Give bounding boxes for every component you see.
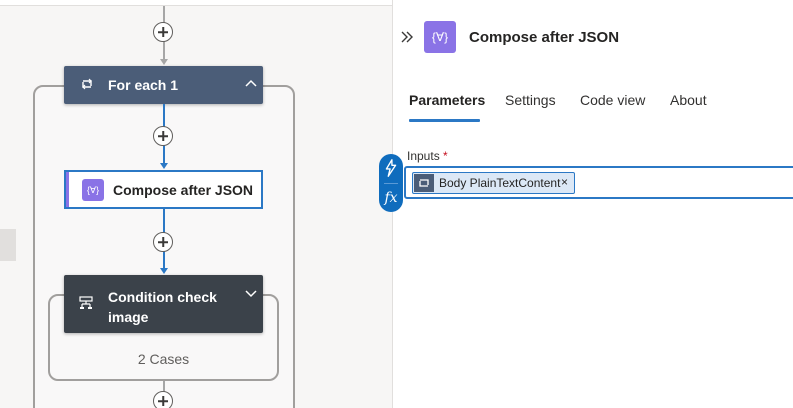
canvas-side-handle[interactable] [0,229,16,261]
compose-icon: {∀} [424,21,456,53]
compose-title: Compose after JSON [113,182,254,198]
inputs-label: Inputs * [407,149,448,163]
compose-accent [66,172,69,207]
insert-step-button[interactable] [153,22,173,42]
connector-arrow [160,268,168,274]
active-tab-indicator [409,119,480,122]
loop-icon [82,78,92,90]
cases-count[interactable]: 2 Cases [48,351,279,367]
condition-icon [79,296,93,309]
foreach-card[interactable]: For each 1 [64,66,263,104]
chevron-up-icon[interactable] [244,77,258,91]
lightning-icon[interactable] [379,157,403,181]
condition-title-line1: Condition check [108,289,217,305]
condition-title: Condition check image [108,287,228,327]
token-loop-icon [414,174,434,192]
tab-code-view[interactable]: Code view [580,92,645,108]
compose-card[interactable]: {∀} Compose after JSON [64,170,263,209]
dynamic-content-token[interactable]: Body PlainTextContent × [412,172,575,194]
required-marker: * [443,149,448,163]
details-panel [392,0,793,408]
condition-card[interactable]: Condition check image [64,275,263,333]
tab-settings[interactable]: Settings [505,92,556,108]
connector-arrow [160,163,168,169]
insert-step-button[interactable] [153,391,173,408]
insert-step-button[interactable] [153,126,173,146]
toolbar-divider [384,183,398,184]
condition-title-line2: image [108,309,149,325]
tab-parameters[interactable]: Parameters [409,92,485,108]
insert-step-button[interactable] [153,232,173,252]
inputs-label-text: Inputs [407,149,440,163]
token-remove-button[interactable]: × [561,175,568,189]
collapse-panel-icon[interactable] [400,30,414,44]
connector-arrow [160,59,168,65]
panel-title[interactable]: Compose after JSON [469,29,619,46]
dynamic-content-toolbar: fx [379,154,403,212]
compose-icon: {∀} [82,179,104,201]
chevron-down-icon[interactable] [244,286,258,300]
designer-canvas: For each 1 {∀} Compose after JSON Condit… [0,0,392,408]
foreach-title: For each 1 [108,77,179,93]
tab-about[interactable]: About [670,92,707,108]
token-label: Body PlainTextContent [439,176,561,190]
fx-icon[interactable]: fx [379,186,403,210]
